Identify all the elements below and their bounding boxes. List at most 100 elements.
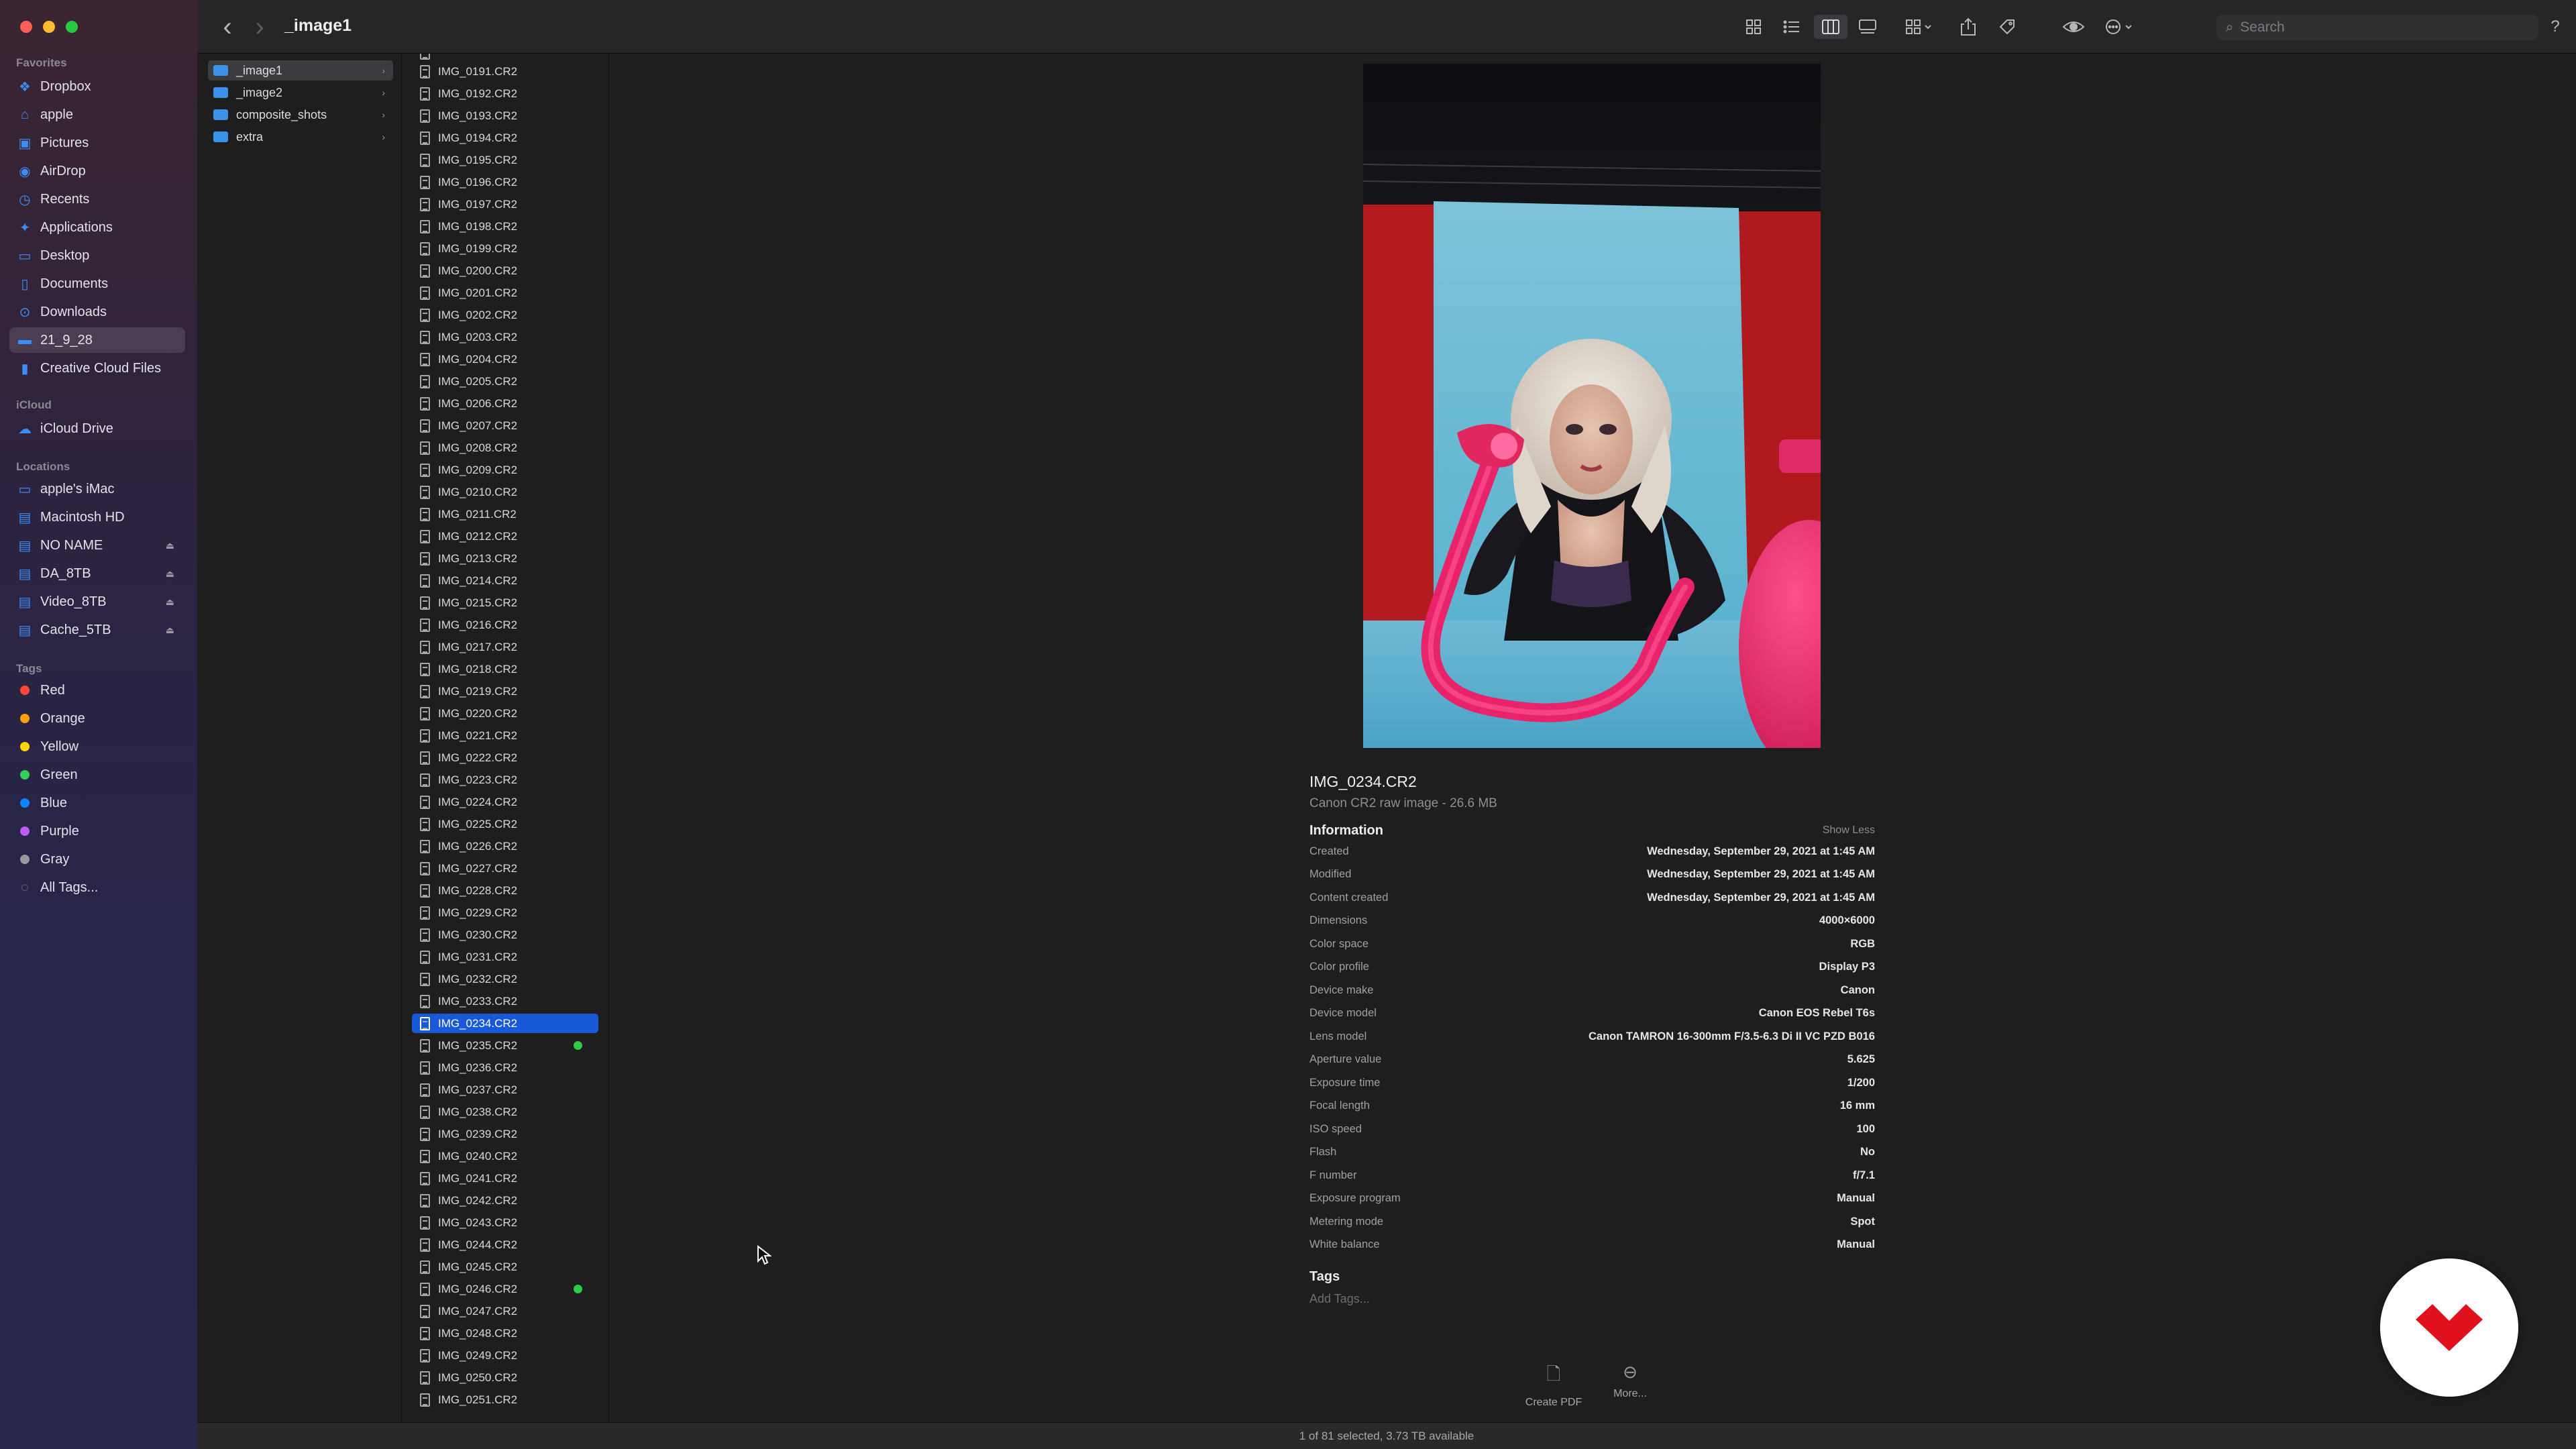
sidebar-item-yellow[interactable]: Yellow	[9, 734, 185, 759]
file-row[interactable]: IMG_0231.CR2	[412, 947, 598, 967]
file-row[interactable]: IMG_0197.CR2	[412, 195, 598, 214]
file-row[interactable]: IMG_0242.CR2	[412, 1191, 598, 1210]
file-row[interactable]: IMG_0232.CR2	[412, 969, 598, 989]
file-row[interactable]: IMG_0217.CR2	[412, 637, 598, 657]
file-row[interactable]: IMG_0211.CR2	[412, 504, 598, 524]
sidebar-item-green[interactable]: Green	[9, 762, 185, 788]
file-row[interactable]: IMG_0241.CR2	[412, 1169, 598, 1188]
gallery-view-button[interactable]	[1854, 15, 1881, 39]
file-row[interactable]: IMG_0225.CR2	[412, 814, 598, 834]
folder-item[interactable]: _image1 ›	[208, 60, 393, 80]
file-row[interactable]: IMG_0248.CR2	[412, 1324, 598, 1343]
help-button[interactable]: ?	[2545, 15, 2565, 39]
file-row[interactable]: IMG_0244.CR2	[412, 1235, 598, 1254]
file-row[interactable]: IMG_0195.CR2	[412, 150, 598, 170]
file-row[interactable]: IMG_0208.CR2	[412, 438, 598, 458]
file-row[interactable]: IMG_0205.CR2	[412, 372, 598, 391]
file-row[interactable]: IMG_0204.CR2	[412, 350, 598, 369]
file-row[interactable]: IMG_0245.CR2	[412, 1257, 598, 1277]
file-row[interactable]: IMG_0230.CR2	[412, 925, 598, 945]
file-row[interactable]: IMG_0206.CR2	[412, 394, 598, 413]
eject-icon[interactable]: ⏏	[166, 596, 174, 608]
folder-item[interactable]: _image2 ›	[208, 83, 393, 103]
group-button[interactable]	[1900, 15, 1940, 39]
file-row[interactable]: IMG_0191.CR2	[412, 62, 598, 81]
zoom-window-button[interactable]	[66, 21, 78, 33]
sidebar-item-creative-cloud-files[interactable]: ▮ Creative Cloud Files	[9, 356, 185, 381]
folder-item[interactable]: composite_shots ›	[208, 105, 393, 125]
action-menu-button[interactable]	[2100, 15, 2140, 39]
file-row[interactable]: IMG_0222.CR2	[412, 748, 598, 767]
sidebar-item-apple-s-imac[interactable]: ▭ apple's iMac	[9, 476, 185, 502]
sidebar-item-macintosh-hd[interactable]: ▤ Macintosh HD	[9, 504, 185, 530]
minimize-window-button[interactable]	[43, 21, 55, 33]
forward-button[interactable]: ›	[250, 12, 270, 42]
file-row[interactable]: IMG_0246.CR2	[412, 1279, 598, 1299]
list-view-button[interactable]	[1778, 15, 1805, 39]
file-row[interactable]: IMG_0237.CR2	[412, 1080, 598, 1099]
eject-icon[interactable]: ⏏	[166, 540, 174, 551]
file-row[interactable]: IMG_0220.CR2	[412, 704, 598, 723]
sidebar-item-applications[interactable]: ✦ Applications	[9, 215, 185, 240]
file-row[interactable]: IMG_0213.CR2	[412, 549, 598, 568]
sidebar-item-21-9-28[interactable]: ▬ 21_9_28	[9, 327, 185, 353]
sidebar-item-gray[interactable]: Gray	[9, 847, 185, 872]
file-row[interactable]: IMG_0201.CR2	[412, 283, 598, 303]
file-row[interactable]: IMG_0193.CR2	[412, 106, 598, 125]
file-row[interactable]: IMG_0209.CR2	[412, 460, 598, 480]
file-row[interactable]: IMG_0226.CR2	[412, 837, 598, 856]
tag-button[interactable]	[1994, 15, 2021, 39]
file-row[interactable]: IMG_0228.CR2	[412, 881, 598, 900]
folder-item[interactable]: extra ›	[208, 127, 393, 147]
file-row[interactable]: IMG_0214.CR2	[412, 571, 598, 590]
file-row[interactable]: IMG_0219.CR2	[412, 682, 598, 701]
file-row[interactable]: IMG_0192.CR2	[412, 84, 598, 103]
file-row[interactable]: IMG_0221.CR2	[412, 726, 598, 745]
sidebar-item-video-8tb[interactable]: ▤ Video_8TB ⏏	[9, 589, 185, 614]
file-row[interactable]: IMG_0243.CR2	[412, 1213, 598, 1232]
file-row[interactable]: IMG_0239.CR2	[412, 1124, 598, 1144]
show-less-link[interactable]: Show Less	[1823, 824, 1875, 837]
icon-view-button[interactable]	[1740, 15, 1767, 39]
sidebar-item-purple[interactable]: Purple	[9, 818, 185, 844]
close-window-button[interactable]	[20, 21, 32, 33]
file-row[interactable]: IMG_0202.CR2	[412, 305, 598, 325]
sidebar-item-blue[interactable]: Blue	[9, 790, 185, 816]
eject-icon[interactable]: ⏏	[166, 568, 174, 580]
file-row[interactable]: IMG_0210.CR2	[412, 482, 598, 502]
file-row[interactable]: IMG_0216.CR2	[412, 615, 598, 635]
quick-look-button[interactable]	[2059, 15, 2088, 39]
file-row[interactable]: IMG_0235.CR2	[412, 1036, 598, 1055]
file-row[interactable]: IMG_0238.CR2	[412, 1102, 598, 1122]
search-field[interactable]: ⌕ Search	[2216, 15, 2538, 40]
file-row[interactable]: IMG_0227.CR2	[412, 859, 598, 878]
sidebar-item-downloads[interactable]: ⊙ Downloads	[9, 299, 185, 325]
sidebar-item-orange[interactable]: Orange	[9, 706, 185, 731]
file-row[interactable]: IMG_0199.CR2	[412, 239, 598, 258]
sidebar-item-icloud-drive[interactable]: ☁ iCloud Drive	[9, 416, 185, 441]
sidebar-item-dropbox[interactable]: ❖ Dropbox	[9, 74, 185, 99]
file-row[interactable]: IMG_0212.CR2	[412, 527, 598, 546]
file-row[interactable]: IMG_0218.CR2	[412, 659, 598, 679]
file-row[interactable]: IMG_0194.CR2	[412, 128, 598, 148]
more-actions-button[interactable]: ⊖ More...	[1590, 1362, 1670, 1400]
sidebar-item-airdrop[interactable]: ◉ AirDrop	[9, 158, 185, 184]
eject-icon[interactable]: ⏏	[166, 625, 174, 636]
file-row[interactable]: IMG_0198.CR2	[412, 217, 598, 236]
file-row[interactable]: IMG_0234.CR2	[412, 1014, 598, 1033]
sidebar-item-cache-5tb[interactable]: ▤ Cache_5TB ⏏	[9, 617, 185, 643]
file-row[interactable]: IMG_0251.CR2	[412, 1390, 598, 1409]
file-row[interactable]: IMG_0200.CR2	[412, 261, 598, 280]
column-view-button[interactable]	[1814, 15, 1847, 39]
file-row[interactable]: IMG_0215.CR2	[412, 593, 598, 612]
sidebar-item-recents[interactable]: ◷ Recents	[9, 186, 185, 212]
file-row[interactable]: IMG_0249.CR2	[412, 1346, 598, 1365]
sidebar-item-desktop[interactable]: ▭ Desktop	[9, 243, 185, 268]
sidebar-item-da-8tb[interactable]: ▤ DA_8TB ⏏	[9, 561, 185, 586]
file-row[interactable]: IMG_0250.CR2	[412, 1368, 598, 1387]
sidebar-item-no-name[interactable]: ▤ NO NAME ⏏	[9, 533, 185, 558]
file-row[interactable]: IMG_0229.CR2	[412, 903, 598, 922]
file-row[interactable]: IMG_0233.CR2	[412, 991, 598, 1011]
add-tags-field[interactable]: Add Tags...	[1309, 1292, 1370, 1306]
sidebar-item-pictures[interactable]: ▣ Pictures	[9, 130, 185, 156]
